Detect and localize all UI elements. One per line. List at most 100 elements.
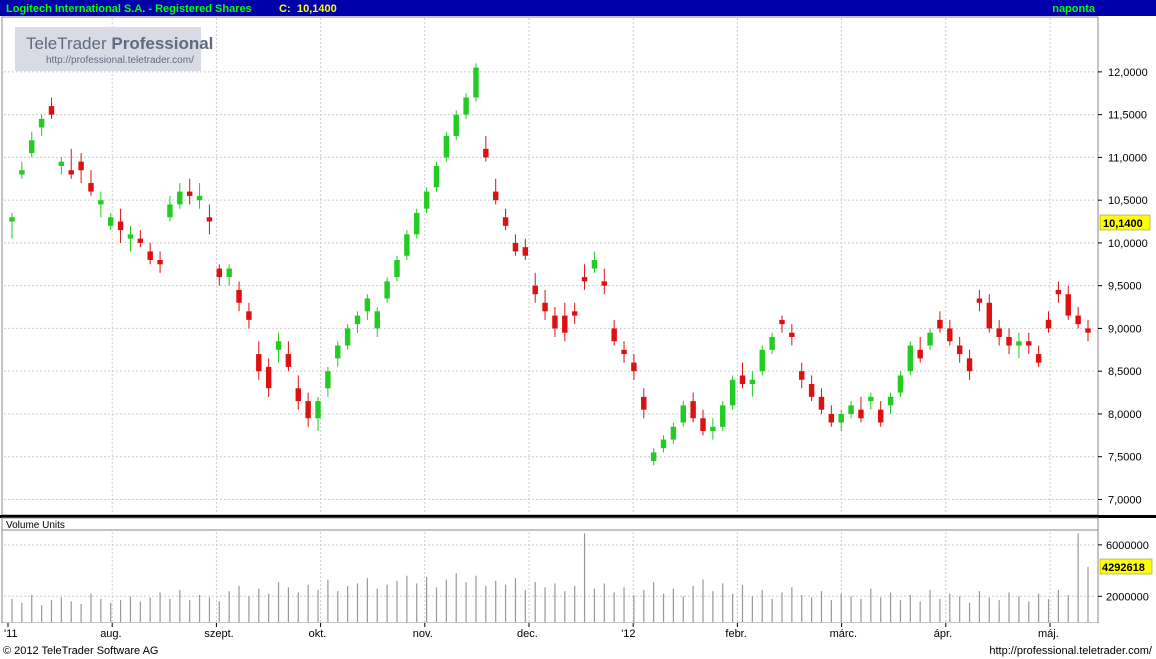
candle [473,63,479,102]
candle-body [473,67,479,98]
candle-body [1055,289,1062,295]
candle-body [265,366,272,389]
candle-body [68,170,74,175]
footer-url[interactable]: http://professional.teletrader.com/ [989,645,1153,657]
candle-body [670,426,677,440]
candle-body [729,379,736,406]
candle-body [344,328,351,346]
candle-body [295,388,301,402]
candle-body [749,379,756,385]
candle-body [581,277,588,282]
candle-body [315,401,321,419]
candle-body [226,268,232,278]
candle-body [1065,294,1071,316]
candle-body [947,328,953,342]
volume-tick-label: 2000000 [1106,591,1149,603]
time-tick-label: febr. [725,628,746,640]
candle [759,345,765,376]
candle-body [897,375,904,393]
price-tick-label: 10,0000 [1108,238,1148,250]
candle-body [38,118,45,128]
candle-body [562,315,568,333]
price-tick-label: 10,5000 [1108,195,1148,207]
candle-body [1075,315,1081,325]
time-tick-label: szept. [204,628,233,640]
candle [433,161,440,192]
candle-body [236,289,242,303]
candle-body [98,200,104,205]
candle-body [196,195,203,201]
candle-body [19,170,25,175]
candle-body [127,234,134,239]
candle-body [887,396,894,406]
candle-body [552,315,558,329]
candle-body [443,136,450,158]
candle-body [976,298,983,303]
instrument-title: Logitech International S.A. - Registered… [6,3,252,15]
candle-body [108,217,114,226]
candle-body [571,311,578,316]
candle-body [680,405,686,423]
candle-body [650,452,657,461]
time-tick-label: aug. [100,628,121,640]
candle-body [937,319,943,329]
price-tick-label: 11,5000 [1108,110,1147,122]
candle-body [917,349,923,359]
candle-body [739,375,746,385]
candle-body [384,281,390,299]
volume-panel[interactable] [1,529,1099,624]
price-tick-label: 12,0000 [1108,67,1148,79]
candle-body [799,371,805,380]
candle-body [907,345,914,372]
candle-body [1006,336,1012,346]
price-panel[interactable] [1,16,1099,516]
time-tick-label: máj. [1038,628,1059,640]
price-tick-label: 7,0000 [1108,494,1142,506]
candle-body [986,302,992,329]
candle [720,401,726,432]
candle-body [1026,341,1032,346]
candle-body [542,302,548,312]
price-last-value: 10,1400 [1103,218,1143,230]
candle-body [522,247,529,256]
candle-body [996,328,1002,337]
candle-body [167,204,173,218]
candle-body [285,354,292,367]
candle-body [532,285,538,295]
watermark-brand: TeleTrader Professional [26,34,213,53]
candle-body [374,311,380,329]
price-tick-label: 8,5000 [1108,366,1142,378]
candle [443,131,450,162]
candle-body [710,426,716,432]
candle-body [838,413,844,423]
candle-body [364,298,371,312]
candle-body [591,260,598,269]
candle-body [423,191,430,209]
volume-tick-label: 6000000 [1106,540,1149,552]
candle-body [1085,328,1091,333]
volume-last-value: 4292618 [1102,562,1145,574]
candle-body [88,183,94,192]
volume-title: Volume Units [6,520,65,531]
candle-body [818,396,825,410]
time-tick-label: '12 [621,628,635,640]
candle-body [789,332,795,337]
period-label[interactable]: naponta [1052,3,1096,15]
candle-body [690,401,696,419]
candle-body [601,281,608,286]
candle-body [29,140,35,154]
candle-body [335,345,341,359]
candle-body [700,418,706,432]
candle-body [502,217,509,226]
chart-canvas: Logitech International S.A. - Registered… [0,0,1156,659]
close-label: C: [279,3,291,15]
candle-body [1035,354,1042,363]
candle-body [660,439,667,449]
time-tick-label: márc. [830,628,858,640]
candle-body [246,311,252,320]
candle-body [354,315,361,325]
candle-body [305,401,311,419]
candle-body [9,217,15,222]
candle-body [927,332,933,346]
candle-body [137,238,144,243]
